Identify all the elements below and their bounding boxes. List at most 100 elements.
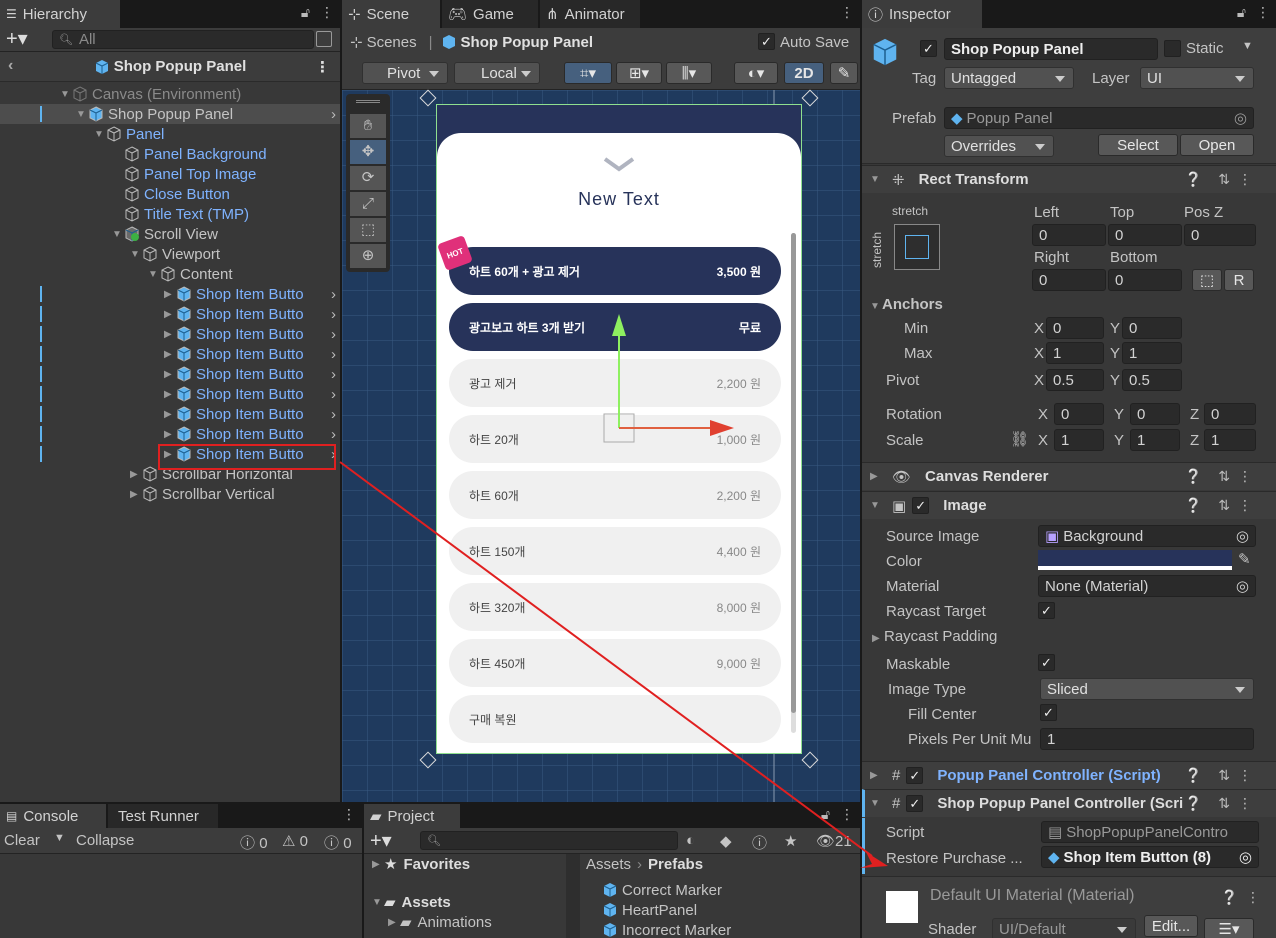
scale-x[interactable]: 1 bbox=[1054, 429, 1104, 451]
hierarchy-item[interactable]: ▼ Shop Popup Panel › bbox=[0, 104, 340, 124]
menu-icon[interactable]: ⋮ bbox=[1238, 468, 1252, 485]
help-icon[interactable]: ❔ bbox=[1185, 767, 1202, 784]
foldout-arrow-icon[interactable]: ▼ bbox=[76, 109, 88, 120]
hierarchy-item[interactable]: ▶ Scrollbar Vertical bbox=[0, 484, 340, 504]
clear-dropdown-icon[interactable]: ▼ bbox=[54, 832, 65, 844]
project-splitter[interactable] bbox=[566, 854, 580, 938]
hierarchy-item[interactable]: ▶ Shop Item Butto › bbox=[0, 344, 340, 364]
scale-z[interactable]: 1 bbox=[1204, 429, 1256, 451]
favorite-icon[interactable]: ★ bbox=[784, 832, 797, 850]
bottom-field[interactable]: 0 bbox=[1108, 269, 1182, 291]
tab-test-runner[interactable]: Test Runner bbox=[108, 804, 218, 828]
filter-type-icon[interactable]: ◐ bbox=[686, 832, 695, 849]
popup-controller-header[interactable]: ▶ # ✓ Popup Panel Controller (Script) ❔ … bbox=[862, 761, 1276, 789]
left-field[interactable]: 0 bbox=[1032, 224, 1106, 246]
foldout-arrow-icon[interactable]: ▶ bbox=[164, 289, 176, 300]
eyedropper-icon[interactable]: ✎ bbox=[1238, 550, 1251, 568]
tools-button[interactable]: ✎ bbox=[830, 62, 858, 84]
foldout-arrow-icon[interactable]: ▼ bbox=[60, 89, 72, 100]
draw-mode-button[interactable]: ◐▾ bbox=[734, 62, 778, 84]
project-file[interactable]: Incorrect Marker bbox=[602, 920, 731, 938]
preset-icon[interactable]: ⇅ bbox=[1218, 767, 1230, 784]
scene-search-icon[interactable] bbox=[316, 31, 332, 47]
color-swatch[interactable] bbox=[1038, 550, 1232, 570]
preset-icon[interactable]: ⇅ bbox=[1218, 795, 1230, 812]
foldout-arrow-icon[interactable]: ▶ bbox=[130, 489, 142, 500]
grid-snap-button[interactable]: ⌗▾ bbox=[564, 62, 612, 84]
rotation-x[interactable]: 0 bbox=[1054, 403, 1104, 425]
hierarchy-item[interactable]: ▶ Shop Item Butto › bbox=[0, 304, 340, 324]
tab-project[interactable]: ▰ Project bbox=[364, 804, 460, 828]
scale-tool-icon[interactable]: ⤢ bbox=[350, 192, 386, 216]
anchor-presets-button[interactable] bbox=[894, 224, 940, 270]
help-icon[interactable]: ❔ bbox=[1185, 171, 1202, 188]
assets-row[interactable]: ▼ ▰ Assets bbox=[372, 892, 451, 912]
project-search-input[interactable]: 🔍︎ bbox=[420, 831, 678, 850]
project-file[interactable]: HeartPanel bbox=[602, 900, 697, 920]
help-icon[interactable]: ❔ bbox=[1185, 468, 1202, 485]
open-prefab-icon[interactable]: › bbox=[331, 426, 336, 443]
rect-tool-icon[interactable]: ⬚ bbox=[350, 218, 386, 242]
tab-console[interactable]: ▤ Console bbox=[0, 804, 106, 828]
open-prefab-icon[interactable]: › bbox=[331, 366, 336, 383]
hierarchy-item[interactable]: Panel Top Image bbox=[0, 164, 340, 184]
foldout-arrow-icon[interactable]: ▼ bbox=[112, 229, 124, 240]
foldout-arrow-icon[interactable]: ▼ bbox=[94, 129, 106, 140]
shop-controller-header[interactable]: ▼ # ✓ Shop Popup Panel Controller (Scri … bbox=[862, 789, 1276, 817]
hand-tool-icon[interactable]: ✋︎ bbox=[350, 114, 386, 138]
anchor-max-y[interactable]: 1 bbox=[1122, 342, 1182, 364]
rotation-z[interactable]: 0 bbox=[1204, 403, 1256, 425]
open-button[interactable]: Open bbox=[1180, 134, 1254, 156]
open-prefab-icon[interactable]: › bbox=[331, 286, 336, 303]
help-icon[interactable]: ❔ bbox=[1221, 889, 1238, 906]
source-image-field[interactable]: ▣ Background ◎ bbox=[1038, 525, 1256, 547]
image-component-header[interactable]: ▼ ▣ ✓ Image ❔ ⇅ ⋮ bbox=[862, 491, 1276, 519]
menu-icon[interactable]: ⋮ bbox=[342, 806, 356, 823]
tab-hierarchy[interactable]: ☰ Hierarchy bbox=[0, 0, 120, 28]
favorites-row[interactable]: ▶ ★ Favorites bbox=[372, 854, 470, 874]
hierarchy-item[interactable]: Title Text (TMP) bbox=[0, 204, 340, 224]
image-type-dropdown[interactable]: Sliced bbox=[1040, 678, 1254, 700]
breadcrumb-menu-icon[interactable]: ⋮ bbox=[315, 58, 330, 76]
tab-game[interactable]: 🎮︎ Game bbox=[442, 0, 538, 28]
menu-icon[interactable]: ⋮ bbox=[840, 4, 854, 21]
rotation-y[interactable]: 0 bbox=[1130, 403, 1180, 425]
foldout-arrow-icon[interactable]: ▶ bbox=[164, 369, 176, 380]
move-tool-icon[interactable]: ✥ bbox=[350, 140, 386, 164]
layer-dropdown[interactable]: UI bbox=[1140, 67, 1254, 89]
blueprint-mode-button[interactable]: ⬚ bbox=[1192, 269, 1222, 291]
open-prefab-icon[interactable]: › bbox=[331, 326, 336, 343]
rect-transform-header[interactable]: ▼ ⁜ Rect Transform ❔ ⇅ ⋮ bbox=[862, 165, 1276, 193]
scroll-thumb[interactable] bbox=[791, 233, 796, 713]
object-name-input[interactable]: Shop Popup Panel bbox=[944, 38, 1158, 60]
foldout-arrow-icon[interactable]: ▼ bbox=[130, 249, 142, 260]
local-dropdown[interactable]: Local bbox=[454, 62, 540, 84]
shader-menu-button[interactable]: ☰▾ bbox=[1204, 918, 1254, 938]
hierarchy-item[interactable]: ▼ Viewport bbox=[0, 244, 340, 264]
foldout-arrow-icon[interactable]: ▶ bbox=[164, 429, 176, 440]
hierarchy-item[interactable]: ▶ Shop Item Butto › bbox=[0, 404, 340, 424]
move-gizmo[interactable] bbox=[602, 310, 742, 450]
preset-icon[interactable]: ⇅ bbox=[1218, 171, 1230, 188]
hidden-count[interactable]: 👁︎21 bbox=[816, 832, 852, 850]
warning-count[interactable]: ⚠ 0 bbox=[282, 832, 308, 850]
object-picker-icon[interactable]: ◎ bbox=[1239, 848, 1252, 866]
lock-icon[interactable]: 🔓︎ bbox=[301, 4, 310, 21]
hierarchy-item[interactable]: Panel Background bbox=[0, 144, 340, 164]
material-field[interactable]: None (Material) ◎ bbox=[1038, 575, 1256, 597]
open-prefab-icon[interactable]: › bbox=[331, 386, 336, 403]
object-picker-icon[interactable]: ◎ bbox=[1234, 109, 1247, 127]
add-icon[interactable]: +▾ bbox=[6, 28, 28, 50]
error-count[interactable]: ⓘ 0 bbox=[324, 832, 352, 853]
open-prefab-icon[interactable]: › bbox=[331, 346, 336, 363]
hierarchy-item[interactable]: ▼ Content bbox=[0, 264, 340, 284]
foldout-arrow-icon[interactable]: ▶ bbox=[164, 389, 176, 400]
snap-increment-button[interactable]: ⊞▾ bbox=[616, 62, 662, 84]
open-prefab-icon[interactable]: › bbox=[331, 306, 336, 323]
constrain-proportions-icon[interactable]: ⛓︎ bbox=[1010, 430, 1029, 448]
menu-icon[interactable]: ⋮ bbox=[320, 4, 334, 21]
tab-animator[interactable]: ⋔ Animator bbox=[540, 0, 640, 28]
help-icon[interactable]: ❔ bbox=[1185, 795, 1202, 812]
pivot-y[interactable]: 0.5 bbox=[1122, 369, 1182, 391]
hierarchy-search-input[interactable]: 🔍︎ All bbox=[52, 30, 314, 49]
